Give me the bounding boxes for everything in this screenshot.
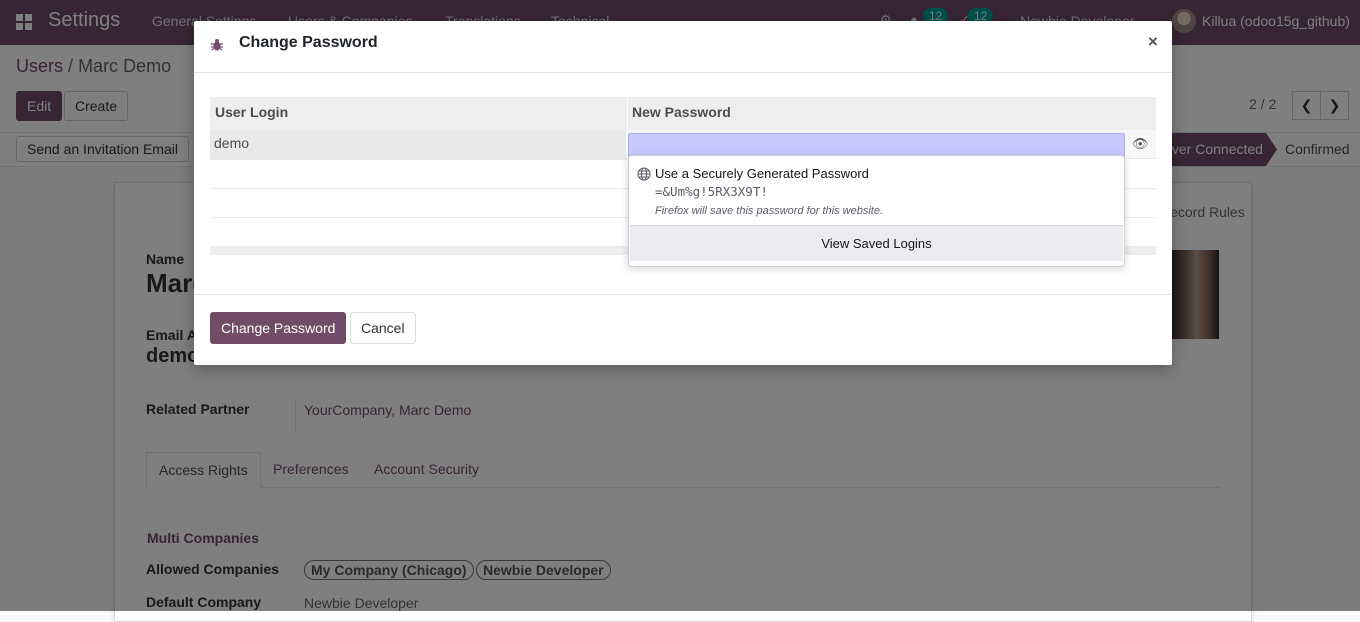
- show-password-icon[interactable]: 👁: [1132, 136, 1149, 152]
- close-icon[interactable]: ×: [1148, 32, 1158, 52]
- user-login-value: demo: [214, 135, 250, 151]
- grid-header: User Login New Password: [210, 97, 1156, 130]
- dialog-footer: Change Password Cancel: [194, 294, 1172, 365]
- dialog-header: Change Password ×: [194, 21, 1172, 73]
- bug-icon: [211, 39, 223, 51]
- change-password-dialog: Change Password × User Login New Passwor…: [194, 21, 1172, 365]
- autofill-note: Firefox will save this password for this…: [655, 205, 884, 217]
- change-password-button[interactable]: Change Password: [210, 312, 347, 344]
- column-new-password[interactable]: New Password: [632, 104, 731, 120]
- view-saved-logins-button[interactable]: View Saved Logins: [630, 225, 1123, 261]
- column-user-login[interactable]: User Login: [215, 104, 288, 120]
- user-login-cell: demo: [210, 130, 626, 160]
- globe-icon: [637, 167, 651, 181]
- generated-password-value[interactable]: =&Um%g!5RX3X9T!: [655, 184, 768, 199]
- generated-password-option[interactable]: Use a Securely Generated Password: [655, 166, 869, 181]
- autofill-popup: Use a Securely Generated Password =&Um%g…: [628, 155, 1125, 267]
- dialog-title: Change Password: [239, 34, 378, 51]
- cancel-button[interactable]: Cancel: [350, 312, 416, 344]
- column-divider: [627, 97, 628, 130]
- new-password-input[interactable]: [628, 133, 1125, 157]
